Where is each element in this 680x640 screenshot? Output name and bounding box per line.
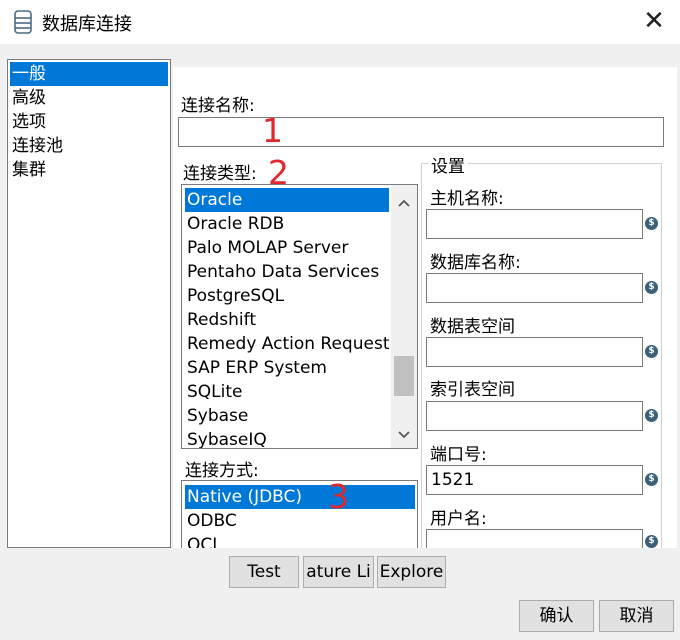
port-input[interactable]: 1521: [426, 465, 643, 495]
category-item-general[interactable]: 一般: [10, 62, 168, 86]
scroll-up-icon[interactable]: [391, 191, 417, 215]
category-item-pooling[interactable]: 连接池: [8, 134, 170, 158]
connection-type-label: 连接类型:: [183, 164, 257, 184]
database-name-label: 数据库名称:: [430, 253, 521, 273]
port-label: 端口号:: [430, 445, 487, 465]
type-item-postgresql[interactable]: PostgreSQL: [185, 284, 389, 308]
host-label: 主机名称:: [430, 189, 504, 209]
username-input[interactable]: [426, 529, 643, 548]
host-input[interactable]: [426, 209, 643, 239]
data-tablespace-label: 数据表空间: [430, 317, 515, 337]
type-item-redshift[interactable]: Redshift: [185, 308, 389, 332]
annotation-2: 2: [268, 153, 289, 192]
type-item-remedy[interactable]: Remedy Action Request System: [185, 332, 389, 356]
test-button[interactable]: Test: [229, 556, 299, 588]
connection-name-label: 连接名称:: [181, 96, 255, 116]
connection-name-input[interactable]: [178, 117, 664, 147]
data-tablespace-input[interactable]: [426, 337, 643, 367]
close-icon[interactable]: ✕: [636, 6, 672, 38]
access-method-list[interactable]: Native (JDBC) ODBC OCI: [181, 480, 418, 548]
type-item-sybase[interactable]: Sybase: [185, 404, 389, 428]
database-name-input[interactable]: [426, 273, 643, 303]
annotation-1: 1: [262, 111, 283, 150]
scroll-down-icon[interactable]: [391, 423, 417, 447]
feature-list-button[interactable]: ature Li: [303, 556, 374, 588]
annotation-3: 3: [328, 477, 349, 516]
connection-type-list[interactable]: Oracle Oracle RDB Palo MOLAP Server Pent…: [181, 184, 418, 449]
index-tablespace-input[interactable]: [426, 401, 643, 431]
variable-icon[interactable]: $: [645, 535, 658, 548]
explore-button[interactable]: Explore: [377, 556, 446, 588]
type-item-oracle-rdb[interactable]: Oracle RDB: [185, 212, 389, 236]
variable-icon[interactable]: $: [645, 281, 658, 294]
access-item-native-jdbc[interactable]: Native (JDBC): [185, 485, 415, 509]
database-icon: [14, 10, 32, 34]
index-tablespace-label: 索引表空间: [430, 380, 515, 400]
scroll-thumb[interactable]: [394, 356, 414, 396]
cancel-button[interactable]: 取消: [599, 600, 674, 632]
category-item-advanced[interactable]: 高级: [8, 86, 170, 110]
access-item-oci[interactable]: OCI: [185, 533, 217, 548]
access-method-label: 连接方式:: [185, 461, 259, 481]
variable-icon[interactable]: $: [645, 473, 658, 486]
type-item-palo-molap[interactable]: Palo MOLAP Server: [185, 236, 389, 260]
type-item-sqlite[interactable]: SQLite: [185, 380, 389, 404]
category-list[interactable]: 一般 高级 选项 连接池 集群: [7, 59, 171, 548]
settings-legend: 设置: [428, 152, 468, 177]
variable-icon[interactable]: $: [645, 409, 658, 422]
window-title: 数据库连接: [42, 14, 132, 35]
category-item-cluster[interactable]: 集群: [8, 158, 170, 182]
port-value: 1521: [431, 470, 475, 490]
username-label: 用户名:: [430, 509, 487, 529]
ok-button[interactable]: 确认: [519, 600, 594, 632]
access-item-odbc[interactable]: ODBC: [185, 509, 237, 533]
type-list-scrollbar[interactable]: [391, 185, 417, 448]
type-item-pentaho-data-services[interactable]: Pentaho Data Services: [185, 260, 389, 284]
variable-icon[interactable]: $: [645, 217, 658, 230]
type-item-sybaseiq[interactable]: SybaseIQ: [185, 428, 389, 448]
category-item-options[interactable]: 选项: [8, 110, 170, 134]
type-item-sap-erp[interactable]: SAP ERP System: [185, 356, 389, 380]
variable-icon[interactable]: $: [645, 345, 658, 358]
